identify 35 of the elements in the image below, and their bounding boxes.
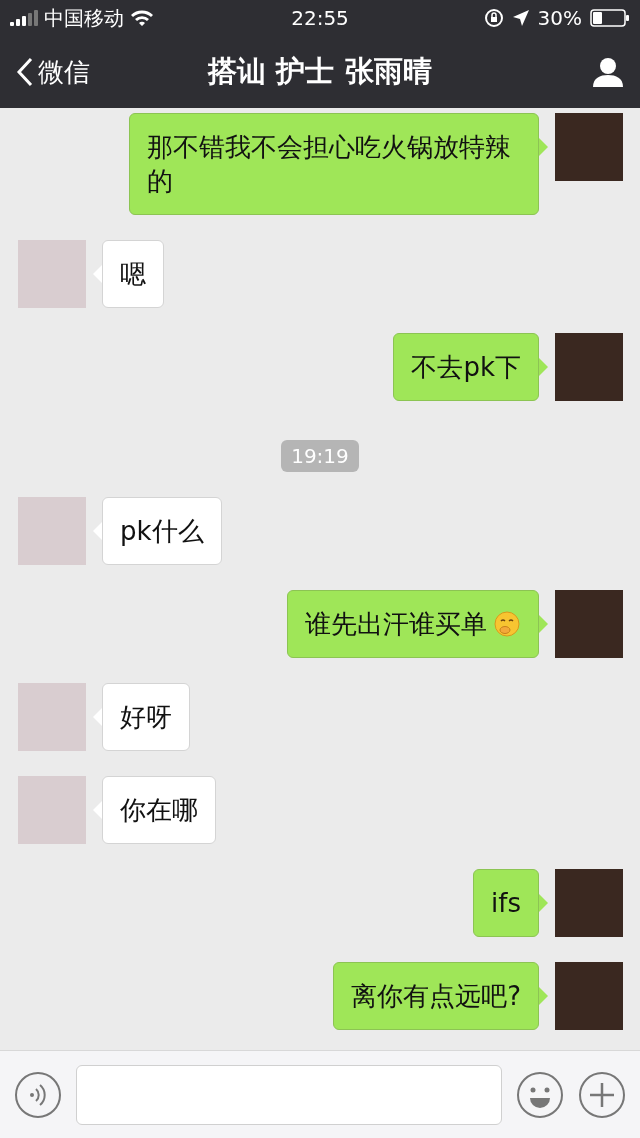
message-bubble: 那不错我不会担心吃火锅放特辣的 (129, 113, 539, 215)
signal-icon (10, 10, 38, 26)
avatar-photo (18, 683, 86, 751)
carrier-name: 中国移动 (44, 4, 124, 32)
avatar-photo (555, 962, 623, 1030)
message-bubble: 你在哪 (102, 776, 216, 844)
message-input[interactable] (76, 1064, 502, 1125)
timestamp: 19:19 (281, 440, 359, 472)
voice-icon[interactable] (14, 1070, 62, 1119)
chat-title: 搭讪 护士 张雨晴 (208, 54, 432, 88)
avatar-photo (18, 776, 86, 844)
plus-icon[interactable] (578, 1070, 626, 1119)
location-arrow-icon (511, 9, 530, 27)
avatar-photo (555, 869, 623, 937)
message-bubble: 不去pk下 (393, 333, 539, 401)
message-bubble: 好呀 (102, 683, 190, 751)
avatar-photo (555, 333, 623, 401)
message-bubble: 谁先出汗谁买单 (287, 590, 539, 658)
status-time: 22:55 (291, 6, 349, 30)
message-bubble: 嗯 (102, 240, 164, 308)
back-button[interactable]: 微信 (16, 54, 166, 90)
avatar-photo (555, 113, 623, 181)
avatar-photo (18, 497, 86, 565)
avatar-photo (18, 240, 86, 308)
emoji-icon[interactable] (516, 1070, 564, 1119)
profile-icon[interactable] (592, 56, 624, 88)
back-chevron-icon (16, 57, 34, 87)
rotation-lock-icon (483, 8, 504, 28)
battery-icon (590, 9, 630, 27)
message-bubble: 离你有点远吧? (333, 962, 539, 1030)
message-bubble: ifs (473, 869, 539, 937)
message-bubble: pk什么 (102, 497, 222, 565)
avatar-photo (555, 590, 623, 658)
wifi-icon (130, 9, 154, 27)
battery-percent: 30% (537, 6, 582, 30)
